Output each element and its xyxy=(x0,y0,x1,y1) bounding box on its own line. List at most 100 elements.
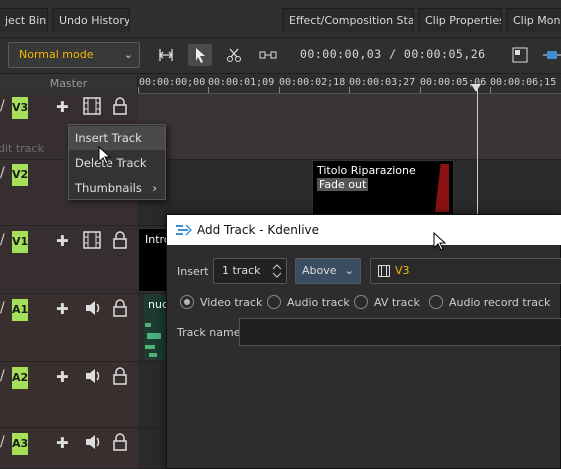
ruler-tick xyxy=(279,87,280,93)
timeline-ruler[interactable]: 00:00:00;00 00:00:01;09 00:00:02;18 00:0… xyxy=(138,74,561,94)
insert-label: Insert xyxy=(177,265,209,278)
speaker-icon[interactable] xyxy=(84,433,102,455)
radio-av-track[interactable] xyxy=(354,295,368,309)
kdenlive-logo-icon xyxy=(176,224,192,236)
ruler-tick xyxy=(420,87,421,93)
clip-thumbnail xyxy=(435,164,449,212)
multicam-tool-icon[interactable] xyxy=(256,44,280,66)
effects-wand-icon[interactable]: ✚ xyxy=(56,232,69,250)
speaker-icon[interactable] xyxy=(84,367,102,389)
chevron-right-icon: › xyxy=(152,181,157,195)
target-track-dropdown[interactable]: V3 xyxy=(370,258,561,284)
track-label: A1 xyxy=(12,299,28,321)
track-header-a3[interactable]: / A3 ✚ xyxy=(0,428,138,469)
dialog-titlebar[interactable]: Add Track - Kdenlive xyxy=(167,215,561,245)
tab-effect-composition-stack[interactable]: Effect/Composition Stack xyxy=(282,8,414,32)
dialog-title: Add Track - Kdenlive xyxy=(197,223,320,237)
chevron-down-icon: ⌄ xyxy=(123,48,133,61)
track-lane-v3[interactable] xyxy=(138,94,561,160)
radio-audio-track-label[interactable]: Audio track xyxy=(287,296,350,309)
menu-item-delete-track[interactable]: Delete Track xyxy=(69,151,165,175)
tab-clip-properties[interactable]: Clip Properties xyxy=(418,8,502,32)
effects-wand-icon[interactable]: ✚ xyxy=(56,98,69,116)
collapse-handle-icon[interactable]: / xyxy=(0,165,5,181)
fit-zoom-icon[interactable] xyxy=(508,44,532,66)
ruler-tick xyxy=(208,87,209,93)
ruler-tick xyxy=(490,87,491,93)
position-value: Above xyxy=(302,264,337,277)
ruler-label: 00:00:00;00 xyxy=(139,77,206,88)
radio-video-track-label[interactable]: Video track xyxy=(200,296,262,309)
collapse-handle-icon[interactable]: / xyxy=(0,98,5,114)
radio-audio-track[interactable] xyxy=(267,295,281,309)
edit-mode-label: Normal mode xyxy=(19,48,94,61)
waveform-icon xyxy=(145,323,161,357)
speaker-icon[interactable] xyxy=(84,299,102,321)
track-name-input[interactable] xyxy=(239,318,561,346)
track-label: A2 xyxy=(12,367,28,389)
radio-audio-record-track[interactable] xyxy=(429,295,443,309)
tab-undo-history[interactable]: Undo History xyxy=(52,8,130,32)
tab-clip-monitor[interactable]: Clip Monito xyxy=(506,8,561,32)
ruler-label: 00:00:06;15 xyxy=(490,77,557,88)
track-label: V3 xyxy=(12,97,28,119)
title-clip-line1: Titolo Riparazione xyxy=(317,164,416,177)
menu-item-thumbnails[interactable]: Thumbnails › xyxy=(69,176,165,200)
mouse-cursor-icon xyxy=(98,146,112,165)
intro-clip[interactable]: Intro xyxy=(138,228,171,292)
effects-wand-icon[interactable]: ✚ xyxy=(56,300,69,318)
lock-icon[interactable] xyxy=(112,231,128,253)
ruler-label: 00:00:03;27 xyxy=(349,77,416,88)
track-options-icon[interactable] xyxy=(540,44,561,66)
position-dropdown[interactable]: Above ⌄ xyxy=(295,258,361,284)
lock-icon[interactable] xyxy=(112,433,128,455)
target-track-value: V3 xyxy=(395,264,410,277)
mouse-cursor-icon xyxy=(433,232,447,251)
timeline-toolbar: Normal mode ⌄ 00:00:00,03 / 00:00:05,26 xyxy=(0,38,561,74)
radio-audio-record-track-label[interactable]: Audio record track xyxy=(449,296,550,309)
radio-av-track-label[interactable]: AV track xyxy=(374,296,420,309)
track-count-value: 1 track xyxy=(222,264,261,277)
radio-video-track[interactable] xyxy=(180,295,194,309)
audio-clip[interactable]: nuc xyxy=(144,294,168,360)
track-header-a2[interactable]: / A2 ✚ xyxy=(0,362,138,428)
ruler-label: 00:00:01;09 xyxy=(208,77,275,88)
track-name-label: Track name xyxy=(177,326,241,339)
dock-tab-bar: ject Bin Undo History Effect/Composition… xyxy=(0,0,561,38)
spacer-tool-icon[interactable] xyxy=(154,44,178,66)
edit-mode-dropdown[interactable]: Normal mode ⌄ xyxy=(8,42,140,68)
razor-tool-icon[interactable] xyxy=(222,44,246,66)
track-context-menu: Insert Track Delete Track Thumbnails › xyxy=(68,124,166,200)
track-header-v1[interactable]: / V1 ✚ xyxy=(0,226,138,294)
title-clip-line2: Fade out xyxy=(317,178,369,191)
tab-project-bin[interactable]: ject Bin xyxy=(0,8,48,32)
track-header-a1[interactable]: / A1 ✚ xyxy=(0,294,138,362)
collapse-handle-icon[interactable]: / xyxy=(0,434,5,450)
collapse-handle-icon[interactable]: / xyxy=(0,300,5,316)
title-clip[interactable]: Titolo Riparazione Fade out xyxy=(312,160,454,216)
collapse-handle-icon[interactable]: / xyxy=(0,232,5,248)
track-label: V2 xyxy=(12,164,28,186)
edit-track-label: dit track xyxy=(0,142,44,155)
lock-icon[interactable] xyxy=(112,97,128,119)
playhead-line[interactable] xyxy=(477,86,478,221)
playhead-marker-icon[interactable] xyxy=(471,84,481,93)
selection-tool-icon[interactable] xyxy=(188,44,212,66)
menu-item-insert-track[interactable]: Insert Track xyxy=(69,126,165,150)
film-icon xyxy=(378,265,390,277)
chevron-down-icon: ⌄ xyxy=(344,264,354,277)
lock-icon[interactable] xyxy=(112,367,128,389)
effects-wand-icon[interactable]: ✚ xyxy=(56,368,69,386)
film-icon[interactable] xyxy=(83,231,101,253)
track-label: V1 xyxy=(12,231,28,253)
track-count-spinbox[interactable]: 1 track xyxy=(213,258,287,284)
master-track-header[interactable]: Master xyxy=(0,74,138,94)
add-track-dialog: Add Track - Kdenlive Insert 1 track Abov… xyxy=(166,214,561,469)
collapse-handle-icon[interactable]: / xyxy=(0,368,5,384)
lock-icon[interactable] xyxy=(112,299,128,321)
ruler-label: 00:00:02;18 xyxy=(279,77,346,88)
film-icon[interactable] xyxy=(83,97,101,119)
effects-wand-icon[interactable]: ✚ xyxy=(56,434,69,452)
spinner-arrows-icon[interactable] xyxy=(272,264,282,278)
track-label: A3 xyxy=(12,433,28,455)
